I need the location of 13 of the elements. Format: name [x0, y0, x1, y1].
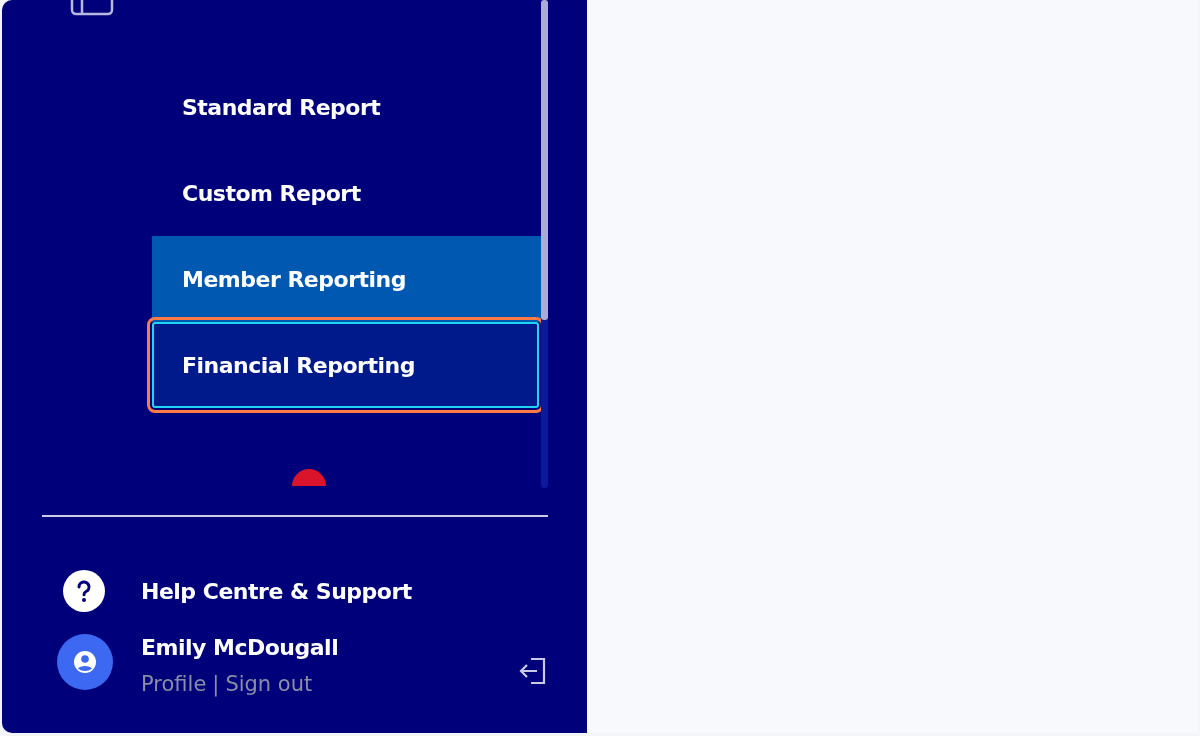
menu-item[interactable]: Member Reporting — [152, 236, 541, 322]
link-separator: | — [212, 672, 220, 696]
sign-out-icon[interactable] — [517, 656, 547, 686]
sign-out-link[interactable]: Sign out — [225, 672, 313, 696]
notification-badge — [292, 469, 326, 486]
help-icon — [63, 570, 105, 612]
user-name: Emily McDougall — [141, 634, 340, 662]
menu-item[interactable]: Standard Report — [152, 64, 541, 150]
avatar-icon — [57, 634, 113, 690]
menu-item[interactable]: Custom Report — [152, 150, 541, 236]
profile-link[interactable]: Profile — [141, 672, 207, 696]
help-link[interactable]: Help Centre & Support — [63, 570, 587, 612]
scrollbar[interactable] — [541, 0, 548, 488]
